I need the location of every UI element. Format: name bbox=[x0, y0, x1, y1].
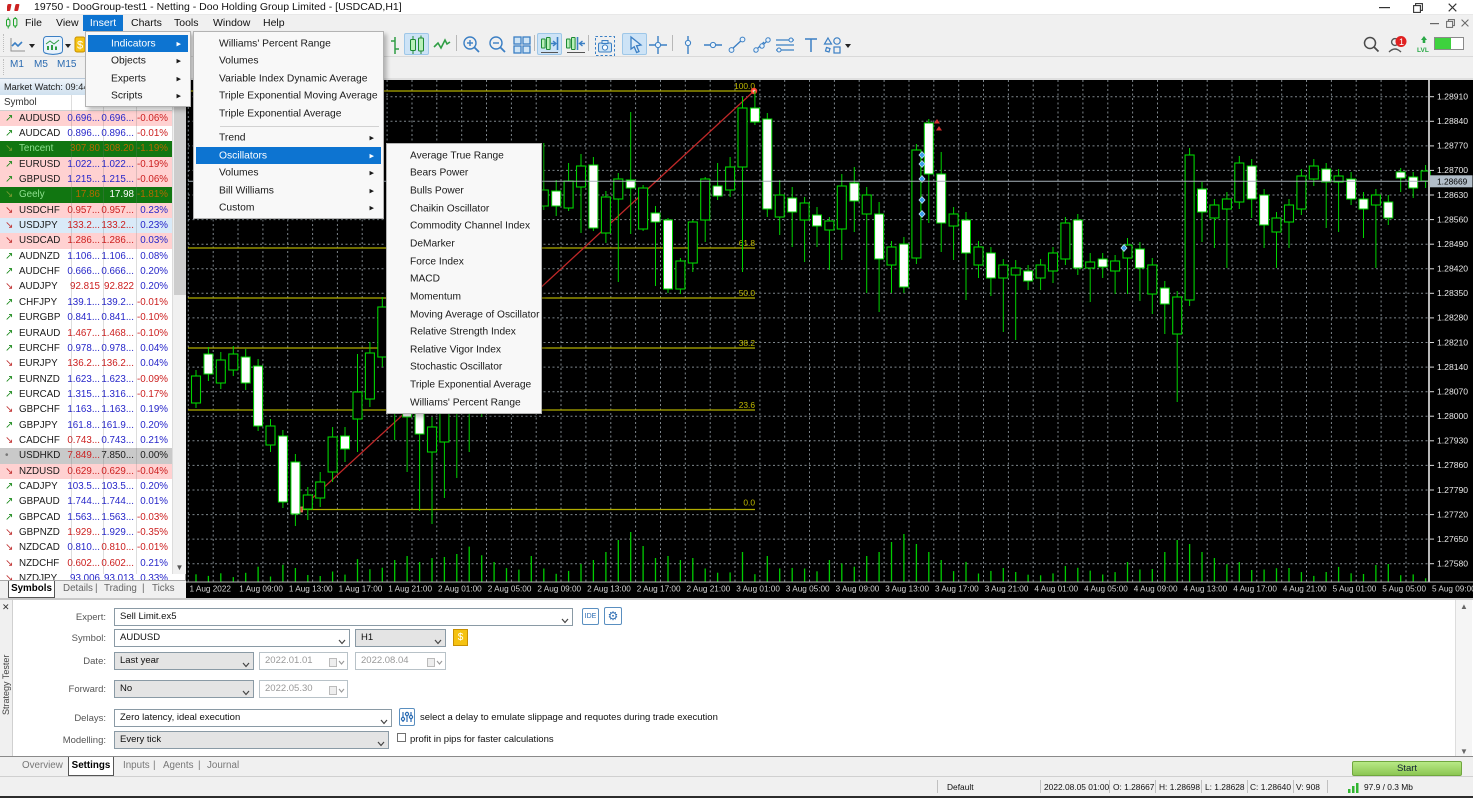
svg-text:38.2: 38.2 bbox=[739, 338, 756, 348]
svg-text:1.28560: 1.28560 bbox=[1437, 214, 1468, 224]
svg-text:1.28350: 1.28350 bbox=[1437, 288, 1468, 298]
svg-text:1.28700: 1.28700 bbox=[1437, 165, 1468, 175]
svg-text:2 Aug 05:00: 2 Aug 05:00 bbox=[488, 585, 532, 594]
svg-text:2 Aug 13:00: 2 Aug 13:00 bbox=[587, 585, 631, 594]
svg-text:1.28420: 1.28420 bbox=[1437, 264, 1468, 274]
svg-text:3 Aug 21:00: 3 Aug 21:00 bbox=[985, 585, 1029, 594]
svg-text:$: $ bbox=[77, 40, 83, 52]
svg-text:1.27650: 1.27650 bbox=[1437, 534, 1468, 544]
svg-text:1 Aug 13:00: 1 Aug 13:00 bbox=[289, 585, 333, 594]
svg-text:4 Aug 01:00: 4 Aug 01:00 bbox=[1034, 585, 1078, 594]
svg-text:1.28630: 1.28630 bbox=[1437, 190, 1468, 200]
svg-text:LVL: LVL bbox=[1417, 47, 1429, 54]
svg-text:1.28840: 1.28840 bbox=[1437, 116, 1468, 126]
svg-text:1 Aug 2022: 1 Aug 2022 bbox=[190, 585, 232, 594]
svg-text:4 Aug 05:00: 4 Aug 05:00 bbox=[1084, 585, 1128, 594]
svg-text:2 Aug 17:00: 2 Aug 17:00 bbox=[637, 585, 681, 594]
svg-text:1.28490: 1.28490 bbox=[1437, 239, 1468, 249]
svg-text:3 Aug 09:00: 3 Aug 09:00 bbox=[836, 585, 880, 594]
svg-text:1 Aug 21:00: 1 Aug 21:00 bbox=[388, 585, 432, 594]
svg-text:5 Aug 01:00: 5 Aug 01:00 bbox=[1333, 585, 1377, 594]
svg-text:1.28280: 1.28280 bbox=[1437, 313, 1468, 323]
svg-text:1 Aug 17:00: 1 Aug 17:00 bbox=[339, 585, 383, 594]
svg-text:1.28770: 1.28770 bbox=[1437, 141, 1468, 151]
svg-text:2 Aug 21:00: 2 Aug 21:00 bbox=[687, 585, 731, 594]
svg-text:4 Aug 21:00: 4 Aug 21:00 bbox=[1283, 585, 1327, 594]
svg-text:5 Aug 05:00: 5 Aug 05:00 bbox=[1382, 585, 1426, 594]
svg-text:2 Aug 01:00: 2 Aug 01:00 bbox=[438, 585, 482, 594]
svg-text:1.28070: 1.28070 bbox=[1437, 387, 1468, 397]
svg-text:23.6: 23.6 bbox=[739, 400, 756, 410]
svg-text:1.27580: 1.27580 bbox=[1437, 559, 1468, 569]
svg-text:1.28669: 1.28669 bbox=[1437, 176, 1468, 186]
svg-text:0.0: 0.0 bbox=[743, 498, 755, 508]
svg-text:4 Aug 17:00: 4 Aug 17:00 bbox=[1233, 585, 1277, 594]
svg-text:1.28140: 1.28140 bbox=[1437, 362, 1468, 372]
svg-text:1.27720: 1.27720 bbox=[1437, 509, 1468, 519]
svg-text:1.27860: 1.27860 bbox=[1437, 460, 1468, 470]
svg-text:3 Aug 13:00: 3 Aug 13:00 bbox=[885, 585, 929, 594]
svg-text:61.8: 61.8 bbox=[739, 238, 756, 248]
svg-text:4 Aug 13:00: 4 Aug 13:00 bbox=[1184, 585, 1228, 594]
svg-text:1.28000: 1.28000 bbox=[1437, 411, 1468, 421]
svg-text:3 Aug 17:00: 3 Aug 17:00 bbox=[935, 585, 979, 594]
svg-text:3 Aug 05:00: 3 Aug 05:00 bbox=[786, 585, 830, 594]
svg-text:1.28210: 1.28210 bbox=[1437, 337, 1468, 347]
svg-text:50.0: 50.0 bbox=[739, 288, 756, 298]
svg-text:1.27930: 1.27930 bbox=[1437, 436, 1468, 446]
svg-text:1: 1 bbox=[1399, 37, 1404, 47]
svg-text:2 Aug 09:00: 2 Aug 09:00 bbox=[537, 585, 581, 594]
svg-text:5 Aug 09:00: 5 Aug 09:00 bbox=[1432, 585, 1473, 594]
svg-text:4 Aug 09:00: 4 Aug 09:00 bbox=[1134, 585, 1178, 594]
svg-text:1.28910: 1.28910 bbox=[1437, 92, 1468, 102]
svg-text:1 Aug 09:00: 1 Aug 09:00 bbox=[239, 585, 283, 594]
svg-text:1.27790: 1.27790 bbox=[1437, 485, 1468, 495]
svg-text:3 Aug 01:00: 3 Aug 01:00 bbox=[736, 585, 780, 594]
